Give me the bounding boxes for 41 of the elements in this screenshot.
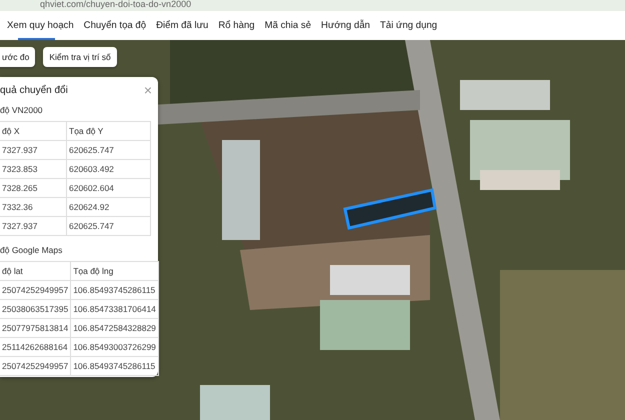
table-cell: 25077975813814 xyxy=(0,318,71,338)
nav-tab[interactable]: Mã chia sẻ xyxy=(260,11,316,40)
table-cell: 620603.492 xyxy=(66,160,150,178)
table-cell: 106.85472584328829 xyxy=(70,318,158,338)
table-cell: 25074252949957 xyxy=(0,280,71,300)
section-heading: độ Google Maps xyxy=(0,245,64,255)
table-cell: 106.85473381706414 xyxy=(70,300,158,318)
address-bar[interactable]: qhviet.com/chuyen-doi-toa-do-vn2000 xyxy=(0,0,625,11)
column-header: độ X xyxy=(0,122,66,140)
table-cell: 7328.265 xyxy=(0,178,66,198)
nav-tab[interactable]: Xem quy hoạch xyxy=(2,11,79,40)
table-cell: 7323.853 xyxy=(0,160,66,178)
nav-tab[interactable]: Điểm đã lưu xyxy=(151,11,214,40)
table-cell: 620625.747 xyxy=(66,216,150,236)
url-text: qhviet.com/chuyen-doi-toa-do-vn2000 xyxy=(40,0,192,9)
land-parcel-outline[interactable] xyxy=(343,188,437,230)
table-cell: 7332.36 xyxy=(0,198,66,216)
table-cell: 106.85493003726299 xyxy=(70,338,158,356)
table-cell: 25114262688164 xyxy=(0,338,71,356)
map-button[interactable]: ước đo xyxy=(0,47,36,67)
nav-tab[interactable]: Tải ứng dụng xyxy=(375,11,442,40)
map-button[interactable]: Kiểm tra vị trí số xyxy=(43,47,117,67)
table-cell: 7327.937 xyxy=(0,140,66,160)
table-cell: 7327.937 xyxy=(0,216,66,236)
table-cell: 25038063517395 xyxy=(0,300,71,318)
table-cell: 106.85493745286115 xyxy=(70,280,158,300)
panel-title: quả chuyển đổi xyxy=(0,84,68,96)
table-cell: 620624.92 xyxy=(66,198,150,216)
nav-tab[interactable]: Hướng dẫn xyxy=(316,11,376,40)
table-cell: 25074252949957 xyxy=(0,356,71,376)
column-header: Tọa độ lng xyxy=(70,262,158,280)
column-header: độ lat xyxy=(0,262,71,280)
table-cell: 620625.747 xyxy=(66,140,150,160)
nav-tab[interactable]: Chuyển tọa độ xyxy=(78,11,152,40)
table-cell: 620602.604 xyxy=(66,178,150,198)
section-heading: độ VN2000 xyxy=(0,105,44,115)
building-roof xyxy=(200,385,270,420)
satellite-map-drawing[interactable] xyxy=(0,40,625,420)
table-cell: 106.85493745286115 xyxy=(70,356,158,376)
column-header: Tọa độ Y xyxy=(66,122,150,140)
nav-tab[interactable]: Rổ hàng xyxy=(213,11,260,40)
